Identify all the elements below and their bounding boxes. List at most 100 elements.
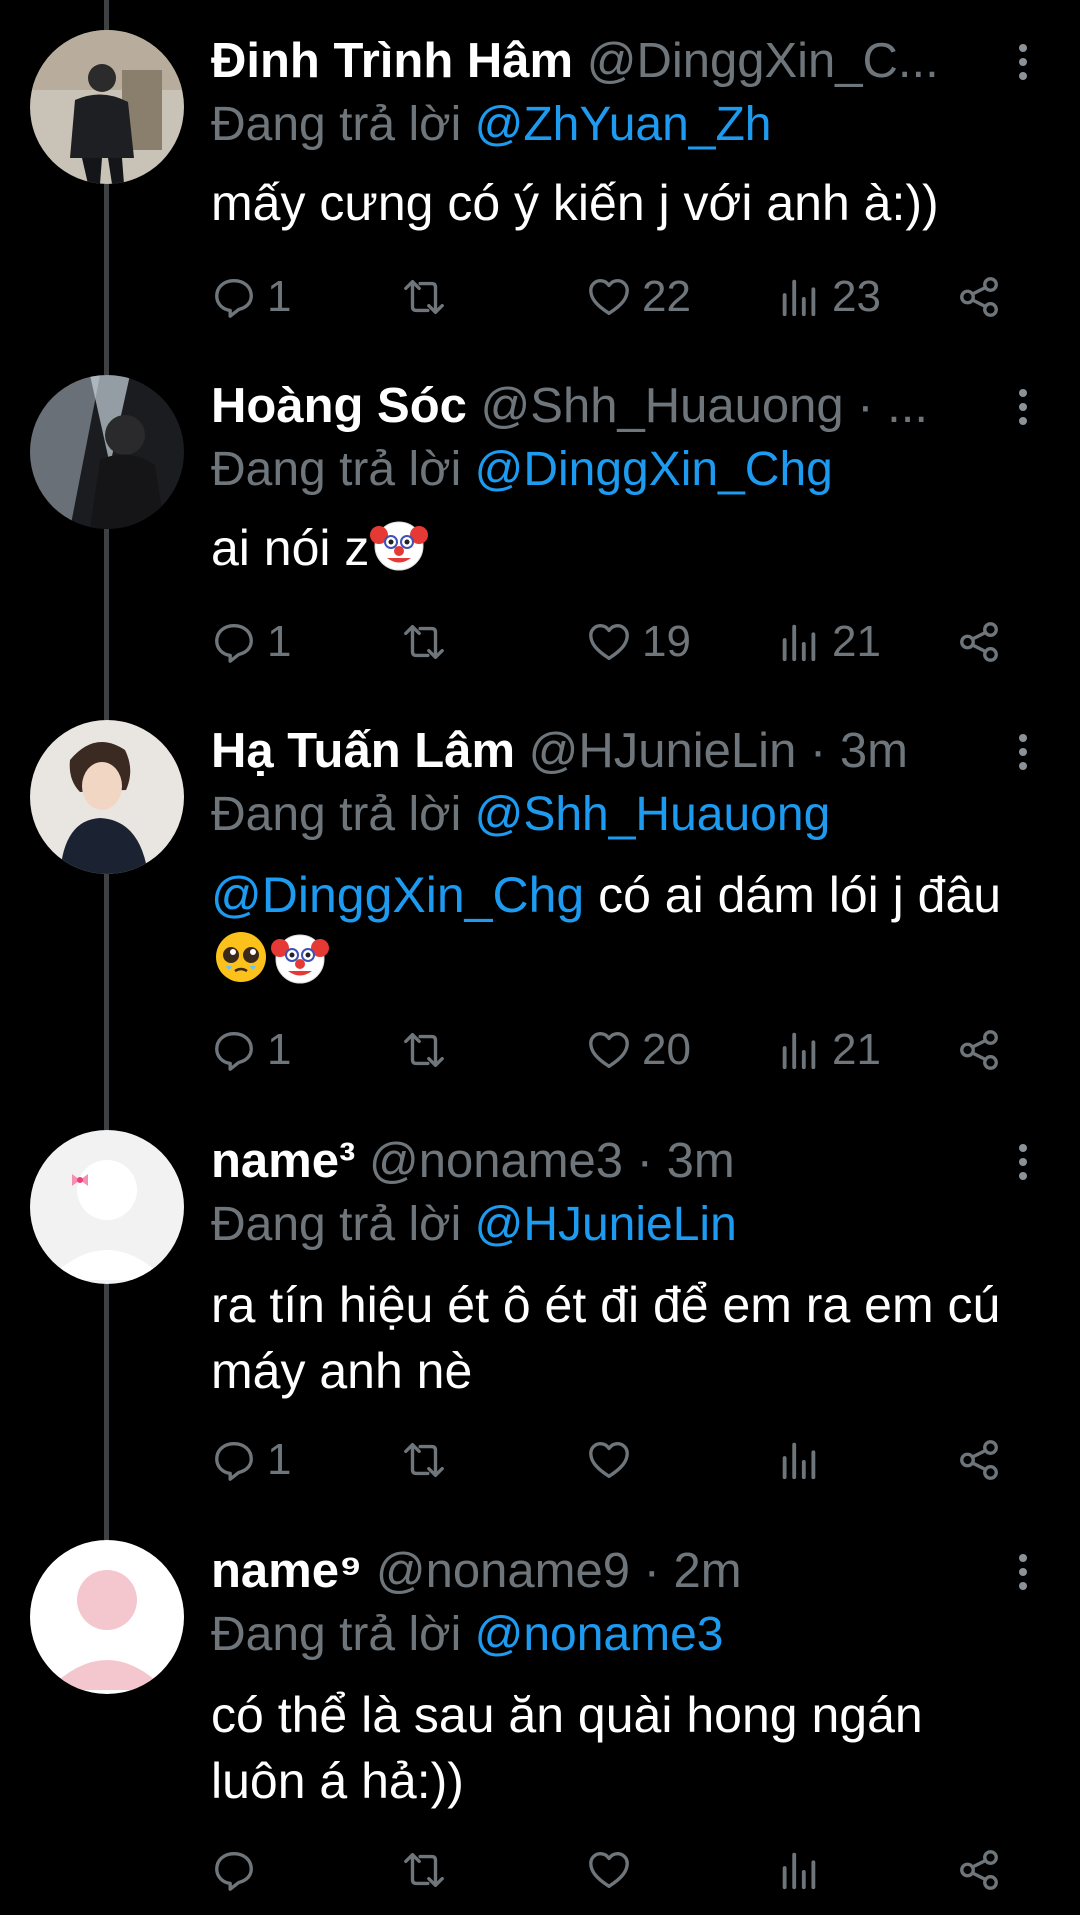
handle-and-time[interactable]: @DinggXin_C... <box>587 34 939 88</box>
reply-thread: Đinh Trình Hâm @DinggXin_C... Đang trả l… <box>0 0 1080 1915</box>
replying-to: Đang trả lời @HJunieLin <box>211 1194 1040 1256</box>
display-name[interactable]: name³ <box>211 1134 355 1188</box>
heart-icon <box>589 624 629 660</box>
share-button[interactable] <box>956 267 1002 327</box>
reply-to-mention[interactable]: @Shh_Huauong <box>475 788 831 841</box>
share-button[interactable] <box>956 612 1002 672</box>
thread-connector <box>104 1284 109 1510</box>
retweet-button[interactable] <box>401 1430 457 1490</box>
thread-connector <box>104 690 109 720</box>
replying-to: Đang trả lời @ZhYuan_Zh <box>211 94 1040 156</box>
views-button[interactable]: 21 <box>776 1020 881 1080</box>
thread-connector <box>104 0 109 30</box>
views-bar-icon <box>782 1442 816 1480</box>
thread-connector <box>104 1100 109 1130</box>
tweet-actions <box>211 1840 1080 1900</box>
like-button[interactable] <box>586 1430 642 1490</box>
tweet-header: Đinh Trình Hâm @DinggXin_C... <box>211 30 1020 92</box>
tweet-actions: 1 20 21 <box>211 1020 1080 1080</box>
views-bar-icon <box>782 624 816 662</box>
views-button[interactable]: 23 <box>776 267 881 327</box>
views-button[interactable] <box>776 1430 832 1490</box>
views-button[interactable] <box>776 1840 832 1900</box>
thread-connector <box>104 874 109 1100</box>
like-count: 19 <box>642 617 691 666</box>
more-vertical-icon[interactable] <box>1016 44 1030 82</box>
tweet[interactable]: Đinh Trình Hâm @DinggXin_C... Đang trả l… <box>0 0 1080 345</box>
tweet[interactable]: Hoàng Sóc @Shh_Huauong · ... Đang trả lờ… <box>0 345 1080 690</box>
share-button[interactable] <box>956 1840 1002 1900</box>
reply-button[interactable] <box>211 1840 267 1900</box>
avatar[interactable] <box>30 1130 184 1284</box>
retweet-button[interactable] <box>401 612 457 672</box>
more-vertical-icon[interactable] <box>1016 1554 1030 1592</box>
retweet-button[interactable] <box>401 267 457 327</box>
tweet-text: @DinggXin_Chg có ai dám lói j đâu <box>211 862 1010 994</box>
heart-icon <box>589 1032 629 1068</box>
handle-and-time[interactable]: @noname9 · 2m <box>376 1544 742 1598</box>
retweet-icon <box>404 624 444 660</box>
more-vertical-icon[interactable] <box>1016 389 1030 427</box>
reply-count: 1 <box>267 1025 292 1074</box>
body-mention[interactable]: @DinggXin_Chg <box>211 867 584 923</box>
views-bar-icon <box>782 1852 816 1890</box>
thread-connector <box>104 345 109 375</box>
handle-and-time[interactable]: @HJunieLin · 3m <box>529 724 908 778</box>
tweet-header: name⁹ @noname9 · 2m <box>211 1540 1020 1602</box>
like-button[interactable]: 20 <box>586 1020 691 1080</box>
default-avatar <box>30 1540 184 1694</box>
share-button[interactable] <box>956 1430 1002 1490</box>
tweet-text: mấy cưng có ý kiến j với anh à:)) <box>211 170 1010 236</box>
comment-icon <box>215 1032 253 1071</box>
avatar[interactable] <box>30 30 184 184</box>
reply-count: 1 <box>267 1435 292 1484</box>
tweet-actions: 1 <box>211 1430 1080 1490</box>
views-button[interactable]: 21 <box>776 612 881 672</box>
avatar-photo <box>30 30 184 184</box>
like-button[interactable]: 22 <box>586 267 691 327</box>
pleading-face-emoji <box>212 928 270 986</box>
reply-to-mention[interactable]: @HJunieLin <box>475 1198 737 1251</box>
tweet[interactable]: name³ @noname3 · 3m Đang trả lời @HJunie… <box>0 1100 1080 1510</box>
more-vertical-icon[interactable] <box>1016 734 1030 772</box>
reply-button[interactable]: 1 <box>211 1020 291 1080</box>
retweet-button[interactable] <box>401 1020 457 1080</box>
replying-to-label: Đang trả lời <box>211 1198 462 1251</box>
tweet[interactable]: Hạ Tuấn Lâm @HJunieLin · 3m Đang trả lời… <box>0 690 1080 1100</box>
tweet-actions: 1 19 21 <box>211 612 1080 672</box>
reply-to-mention[interactable]: @ZhYuan_Zh <box>475 98 772 151</box>
replying-to-label: Đang trả lời <box>211 98 462 151</box>
display-name[interactable]: Hoàng Sóc <box>211 379 467 433</box>
replying-to: Đang trả lời @noname3 <box>211 1604 1040 1666</box>
heart-icon <box>589 1442 629 1478</box>
reply-to-mention[interactable]: @DinggXin_Chg <box>475 443 833 496</box>
display-name[interactable]: Đinh Trình Hâm <box>211 34 573 88</box>
share-button[interactable] <box>956 1020 1002 1080</box>
display-name[interactable]: Hạ Tuấn Lâm <box>211 724 515 778</box>
retweet-icon <box>404 1032 444 1068</box>
display-name[interactable]: name⁹ <box>211 1544 362 1598</box>
reply-count: 1 <box>267 617 292 666</box>
avatar-photo <box>30 375 184 529</box>
tweet[interactable]: name⁹ @noname9 · 2m Đang trả lời @noname… <box>0 1510 1080 1915</box>
reply-button[interactable]: 1 <box>211 267 291 327</box>
handle-and-time[interactable]: @noname3 · 3m <box>369 1134 735 1188</box>
replying-to-label: Đang trả lời <box>211 1608 462 1661</box>
avatar-photo <box>30 720 184 874</box>
reply-button[interactable]: 1 <box>211 612 291 672</box>
reply-to-mention[interactable]: @noname3 <box>475 1608 724 1661</box>
retweet-button[interactable] <box>401 1840 457 1900</box>
avatar[interactable] <box>30 720 184 874</box>
avatar[interactable] <box>30 1540 184 1694</box>
avatar[interactable] <box>30 375 184 529</box>
like-count: 22 <box>642 272 691 321</box>
comment-icon <box>215 279 253 318</box>
more-vertical-icon[interactable] <box>1016 1144 1030 1182</box>
reply-button[interactable]: 1 <box>211 1430 291 1490</box>
like-count: 20 <box>642 1025 691 1074</box>
tweet-text: có thể là sau ăn quài hong ngán luôn á h… <box>211 1682 1010 1814</box>
like-button[interactable] <box>586 1840 642 1900</box>
handle-and-time[interactable]: @Shh_Huauong · ... <box>481 379 928 433</box>
like-button[interactable]: 19 <box>586 612 691 672</box>
views-bar-icon <box>782 279 816 317</box>
